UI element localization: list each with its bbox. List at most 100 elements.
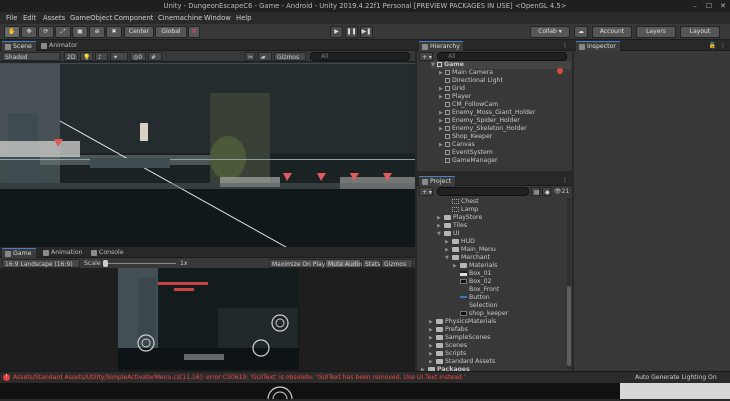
hierarchy-item-canvas[interactable]: ▶ Canvas — [439, 141, 475, 149]
tab-inspector[interactable]: Inspector — [576, 41, 620, 51]
hierarchy-item-directional-light[interactable]: Directional Light — [439, 77, 503, 85]
project-item-lamp[interactable]: Lamp — [445, 206, 478, 214]
filter-type-icon[interactable]: ▤ — [531, 187, 540, 196]
shading-mode-dropdown[interactable]: Shaded — [2, 52, 60, 61]
expand-arrow-icon[interactable]: ▶ — [437, 214, 444, 222]
custom-tool-icon[interactable]: ✖ — [106, 26, 122, 38]
tab-game[interactable]: Game — [2, 248, 36, 258]
tab-scene[interactable]: Scene — [2, 41, 36, 51]
project-item-prefabs[interactable]: ▶ Prefabs — [429, 326, 468, 334]
project-item-standard-assets[interactable]: ▶ Standard Assets — [429, 358, 495, 366]
project-item-main-menu[interactable]: ▶ Main_Menu — [445, 246, 496, 254]
transform-tool-icon[interactable]: ⊕ — [89, 26, 105, 38]
project-item-scripts[interactable]: ▶ Scripts — [429, 350, 466, 358]
inspector-menu-icon[interactable]: ⋮ — [720, 41, 726, 51]
project-item-materials[interactable]: ▶ Materials — [453, 262, 497, 270]
expand-arrow-icon[interactable]: ▶ — [453, 262, 460, 270]
audio-toggle-icon[interactable]: ♪ — [95, 52, 108, 61]
project-item-box-01[interactable]: Box_01 — [453, 270, 491, 278]
hierarchy-item-moss-giant[interactable]: ▶ Enemy_Moss_Giant_Holder — [439, 109, 535, 117]
hidden-packages-count[interactable]: 👁21 — [554, 187, 569, 196]
filter-label-icon[interactable]: ◆ — [542, 187, 551, 196]
tab-hierarchy[interactable]: Hierarchy — [419, 41, 463, 51]
layout-dropdown[interactable]: Layout — [680, 26, 720, 38]
scale-slider-handle[interactable] — [103, 260, 108, 267]
scene-search-input[interactable]: All — [310, 52, 410, 61]
project-item-selection[interactable]: Selection — [453, 302, 498, 310]
menu-assets[interactable]: Assets — [43, 12, 65, 24]
menu-help[interactable]: Help — [236, 12, 252, 24]
move-tool-icon[interactable]: ✥ — [21, 26, 37, 38]
resolution-dropdown[interactable]: 16:9 Landscape (16:9) — [2, 259, 80, 268]
expand-arrow-icon[interactable]: ▶ — [445, 238, 452, 246]
project-item-button[interactable]: Button — [453, 294, 490, 302]
project-item-shop-keeper[interactable]: shop_keeper — [453, 310, 508, 318]
project-search-input[interactable] — [437, 187, 529, 196]
project-item-scenes[interactable]: ▶ Scenes — [429, 342, 467, 350]
project-item-chest[interactable]: Chest — [445, 198, 479, 206]
project-item-tiles[interactable]: ▶ Tiles — [437, 222, 467, 230]
menu-window[interactable]: Window — [204, 12, 231, 24]
tools-icon[interactable]: ✂ — [245, 52, 255, 61]
scale-tool-icon[interactable]: ⤢ — [55, 26, 71, 38]
expand-arrow-icon[interactable]: ▶ — [437, 222, 444, 230]
pause-button[interactable]: ❚❚ — [345, 26, 358, 38]
rotate-tool-icon[interactable]: ⟳ — [38, 26, 54, 38]
tab-animation[interactable]: Animation — [40, 248, 86, 258]
project-scrollbar-thumb[interactable] — [567, 286, 571, 366]
hierarchy-add-button[interactable]: + ▾ — [419, 52, 433, 61]
2d-mode-toggle[interactable]: 2D — [64, 52, 78, 61]
camera-icon[interactable]: ▰ — [258, 52, 272, 61]
project-item-hud[interactable]: ▶ HUD — [445, 238, 475, 246]
expand-arrow-icon[interactable]: ▶ — [445, 246, 452, 254]
expand-arrow-icon[interactable]: ▶ — [429, 318, 436, 326]
hierarchy-item-eventsystem[interactable]: EventSystem — [439, 149, 493, 157]
expand-arrow-icon[interactable]: ▼ — [437, 230, 444, 238]
expand-arrow-icon[interactable]: ▶ — [429, 326, 436, 334]
hierarchy-item-grid[interactable]: ▶ Grid — [439, 85, 465, 93]
account-dropdown[interactable]: Account — [592, 26, 632, 38]
menu-file[interactable]: File — [6, 12, 17, 24]
mute-audio-toggle[interactable]: Mute Audio — [325, 259, 362, 268]
rect-tool-icon[interactable]: ▣ — [72, 26, 88, 38]
expand-arrow-icon[interactable]: ▶ — [429, 350, 436, 358]
minimize-button[interactable]: – — [688, 0, 702, 12]
project-item-samplescenes[interactable]: ▶ SampleScenes — [429, 334, 490, 342]
menu-cinemachine[interactable]: Cinemachine — [158, 12, 202, 24]
tab-console[interactable]: Console — [88, 248, 128, 258]
auto-lighting-status[interactable]: Auto Generate Lighting On — [635, 372, 717, 383]
menu-gameobject[interactable]: GameObject — [70, 12, 112, 24]
close-window-button[interactable]: ✕ — [716, 0, 730, 12]
scene-view[interactable] — [0, 63, 415, 247]
snap-icon[interactable]: ⊞ — [188, 26, 200, 38]
hidden-objects-count[interactable]: ◎0 — [130, 52, 146, 61]
hierarchy-item-cm-followcam[interactable]: CM_FollowCam — [439, 101, 498, 109]
hierarchy-item-shop-keeper[interactable]: Shop_Keeper — [439, 133, 492, 141]
menu-component[interactable]: Component — [114, 12, 153, 24]
hierarchy-search-input[interactable]: All — [437, 52, 567, 61]
game-gizmos-dropdown[interactable]: Gizmos — [381, 259, 413, 268]
project-item-box-02[interactable]: Box_02 — [453, 278, 491, 286]
global-space-button[interactable]: Global — [155, 26, 187, 38]
hierarchy-item-main-camera[interactable]: ▶ Main Camera — [439, 69, 493, 77]
tab-animator[interactable]: Animator — [38, 41, 82, 51]
project-add-button[interactable]: + ▾ — [419, 187, 433, 196]
lock-icon[interactable]: 🔒 — [709, 41, 716, 51]
collab-button[interactable]: Collab ▾ — [530, 26, 570, 38]
stats-toggle[interactable]: Stats — [362, 259, 380, 268]
expand-arrow-icon[interactable]: ▶ — [429, 342, 436, 350]
pivot-center-button[interactable]: Center — [124, 26, 154, 38]
hierarchy-item-skeleton[interactable]: ▶ Enemy_Skeleton_Holder — [439, 125, 527, 133]
expand-arrow-icon[interactable]: ▶ — [429, 334, 436, 342]
tab-project[interactable]: Project — [419, 176, 455, 186]
scale-slider[interactable] — [104, 263, 176, 264]
hierarchy-item-player[interactable]: ▶ Player — [439, 93, 471, 101]
project-item-ui[interactable]: ▼ UI — [437, 230, 459, 238]
hierarchy-scene-game[interactable]: ▼ Game — [431, 61, 571, 69]
expand-arrow-icon[interactable]: ▼ — [445, 254, 452, 262]
project-item-physicsmaterials[interactable]: ▶ PhysicsMaterials — [429, 318, 496, 326]
gizmos-dropdown[interactable]: Gizmos — [274, 52, 306, 61]
menu-edit[interactable]: Edit — [23, 12, 36, 24]
cloud-icon[interactable]: ☁ — [574, 26, 588, 38]
effects-dropdown-icon[interactable]: ✦ — [110, 52, 128, 61]
